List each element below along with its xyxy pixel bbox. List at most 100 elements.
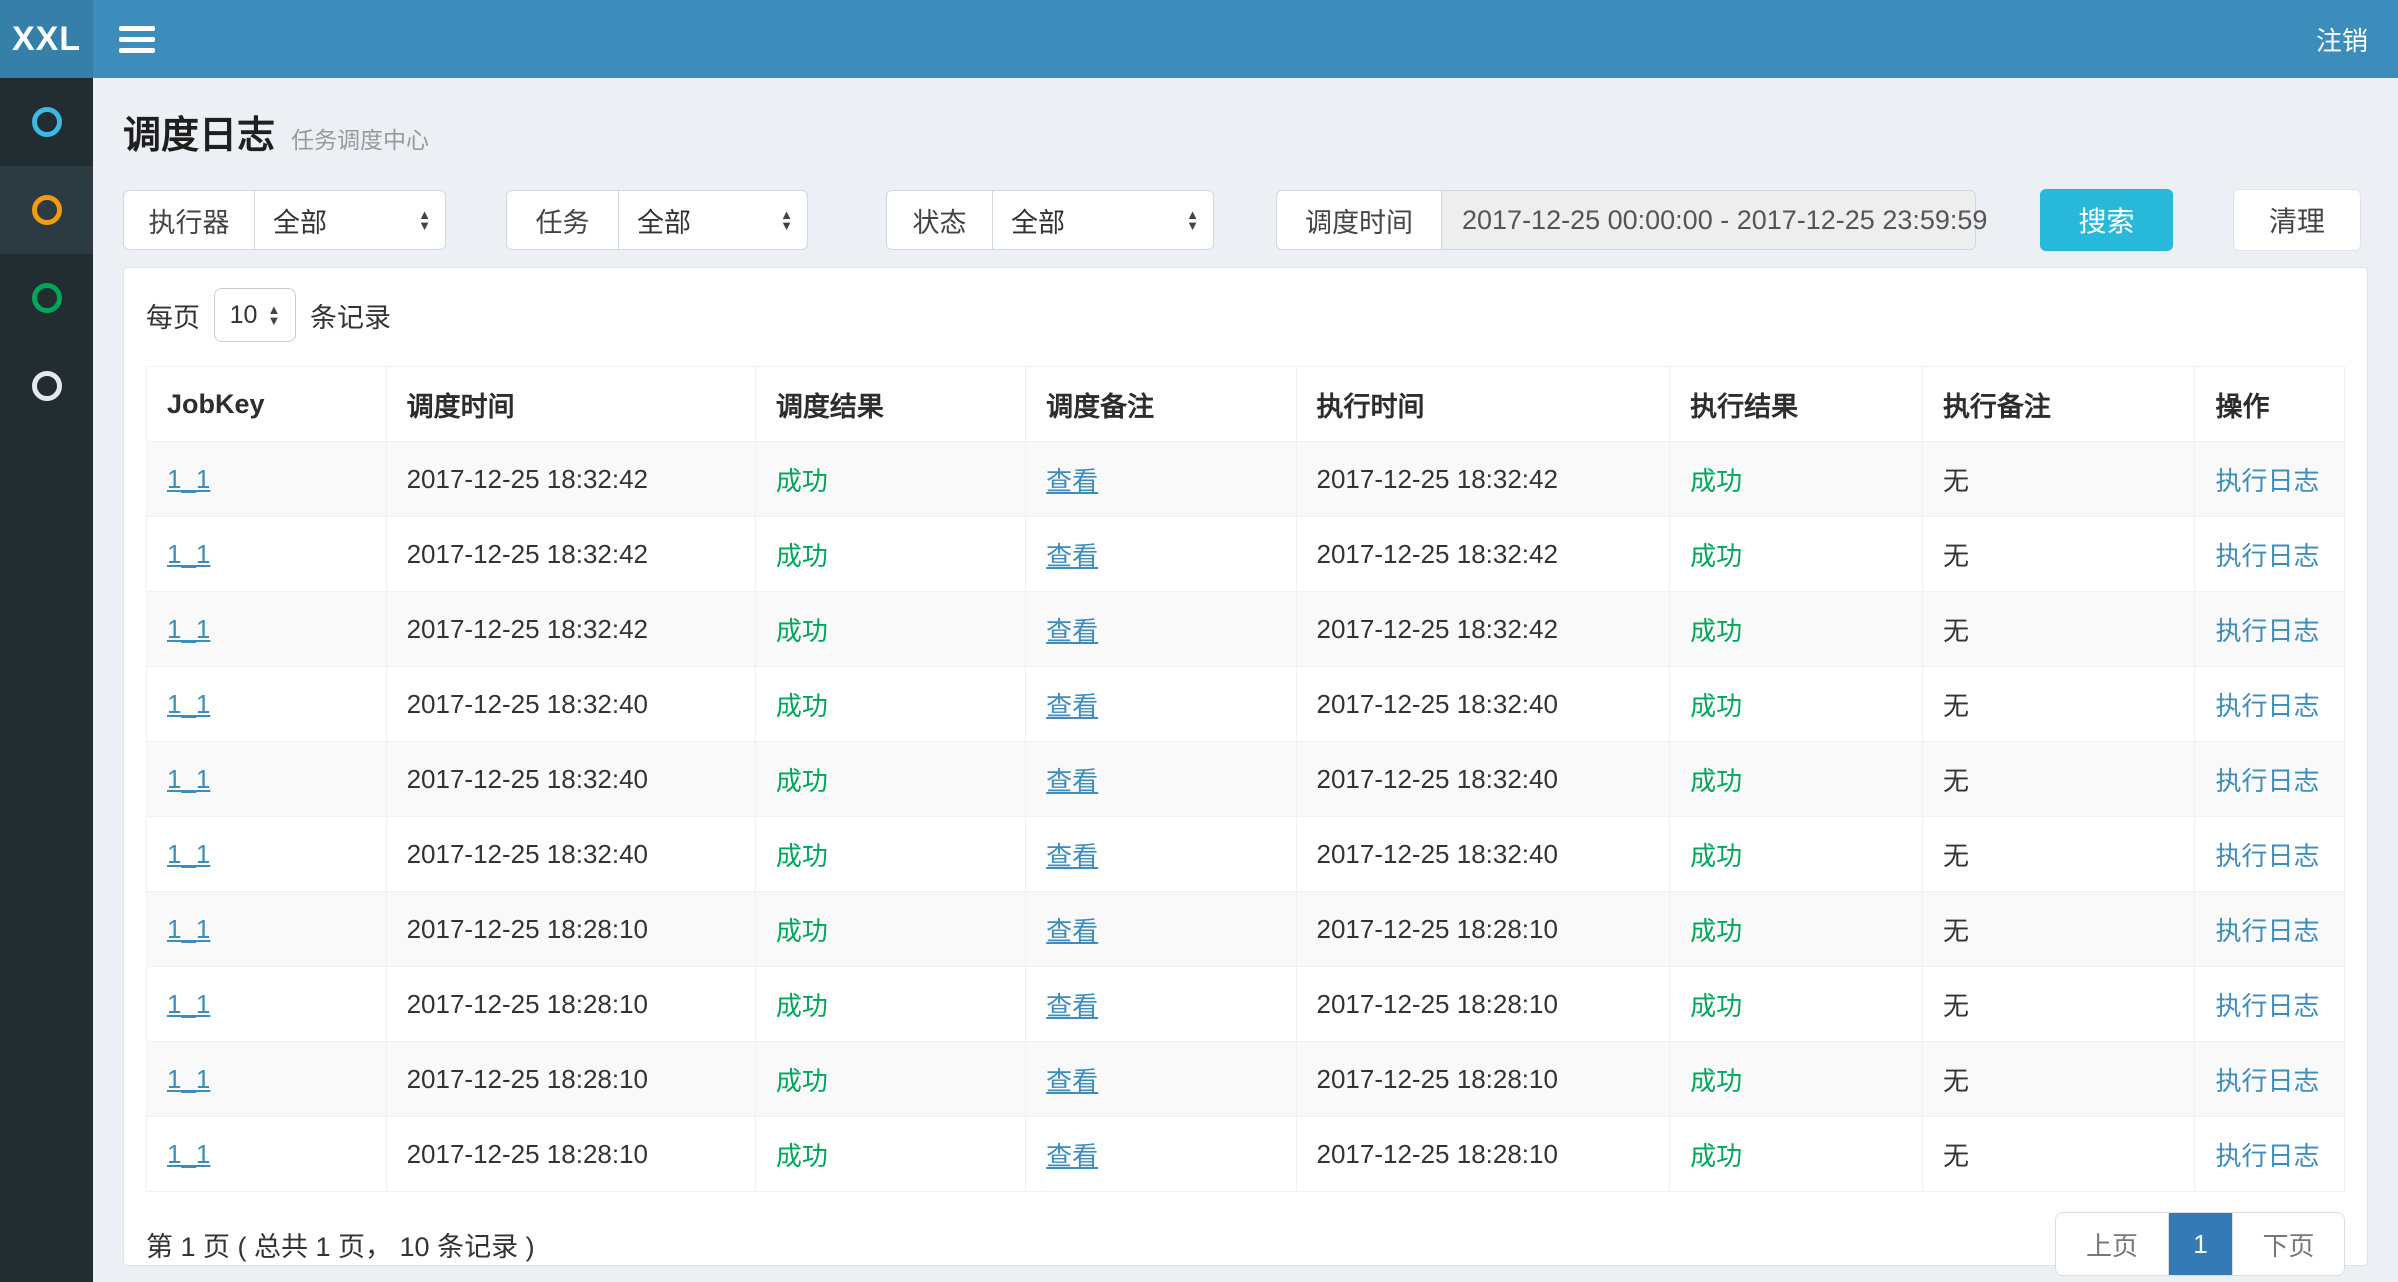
view-trigger-msg-link[interactable]: 查看	[1046, 691, 1098, 721]
log-table-row: 1_1 2017-12-25 18:32:40 成功 查看 2017-12-25…	[147, 667, 2345, 742]
view-trigger-msg-link[interactable]: 查看	[1046, 1141, 1098, 1171]
cell-handle-time: 2017-12-25 18:32:40	[1296, 742, 1670, 817]
cell-trigger-result: 成功	[755, 592, 1025, 667]
log-table-row: 1_1 2017-12-25 18:32:40 成功 查看 2017-12-25…	[147, 742, 2345, 817]
select-arrows-icon: ▲▼	[1186, 209, 1199, 231]
jobkey-link[interactable]: 1_1	[167, 689, 210, 719]
exec-log-link[interactable]: 执行日志	[2215, 991, 2319, 1021]
page-length-select[interactable]: 10 ▲▼	[214, 288, 296, 342]
cell-handle-msg: 无	[1922, 592, 2195, 667]
circle-icon	[32, 371, 62, 401]
cell-action: 执行日志	[2195, 667, 2345, 742]
navbar-content: 注销	[93, 0, 2398, 78]
job-select[interactable]: 全部 ▲▼	[618, 190, 808, 250]
exec-log-link[interactable]: 执行日志	[2215, 466, 2319, 496]
exec-log-link[interactable]: 执行日志	[2215, 766, 2319, 796]
cell-handle-result: 成功	[1670, 442, 1923, 517]
cell-trigger-msg: 查看	[1026, 967, 1296, 1042]
log-table-row: 1_1 2017-12-25 18:28:10 成功 查看 2017-12-25…	[147, 1042, 2345, 1117]
view-trigger-msg-link[interactable]: 查看	[1046, 766, 1098, 796]
status-select[interactable]: 全部 ▲▼	[992, 190, 1214, 250]
main-content: 调度日志 任务调度中心 执行器 全部 ▲▼ 任务 全部 ▲▼ 状态 全部 ▲▼	[93, 78, 2398, 1282]
cell-trigger-time: 2017-12-25 18:28:10	[386, 967, 755, 1042]
view-trigger-msg-link[interactable]: 查看	[1046, 616, 1098, 646]
cell-handle-time: 2017-12-25 18:32:42	[1296, 592, 1670, 667]
executor-filter-label: 执行器	[123, 190, 254, 250]
exec-log-link[interactable]: 执行日志	[2215, 916, 2319, 946]
sidebar-nav-item-3[interactable]	[0, 254, 93, 342]
cell-jobkey: 1_1	[147, 442, 387, 517]
job-filter-group: 任务 全部 ▲▼	[506, 190, 808, 250]
cell-handle-result: 成功	[1670, 667, 1923, 742]
cell-trigger-msg: 查看	[1026, 592, 1296, 667]
exec-log-link[interactable]: 执行日志	[2215, 541, 2319, 571]
log-table-row: 1_1 2017-12-25 18:32:42 成功 查看 2017-12-25…	[147, 442, 2345, 517]
pagination-info: 第 1 页 ( 总共 1 页， 10 条记录 )	[146, 1225, 535, 1264]
cell-jobkey: 1_1	[147, 817, 387, 892]
search-button[interactable]: 搜索	[2040, 189, 2173, 251]
cell-handle-time: 2017-12-25 18:28:10	[1296, 892, 1670, 967]
view-trigger-msg-link[interactable]: 查看	[1046, 991, 1098, 1021]
page-length-value: 10	[230, 301, 258, 330]
cell-trigger-result: 成功	[755, 967, 1025, 1042]
sidebar-nav-item-2[interactable]	[0, 166, 93, 254]
trigger-time-range-input[interactable]: 2017-12-25 00:00:00 - 2017-12-25 23:59:5…	[1441, 190, 1976, 250]
cell-trigger-time: 2017-12-25 18:32:42	[386, 517, 755, 592]
cell-action: 执行日志	[2195, 817, 2345, 892]
exec-log-link[interactable]: 执行日志	[2215, 1141, 2319, 1171]
view-trigger-msg-link[interactable]: 查看	[1046, 541, 1098, 571]
log-table-row: 1_1 2017-12-25 18:28:10 成功 查看 2017-12-25…	[147, 1117, 2345, 1192]
pagination-prev-button[interactable]: 上页	[2056, 1213, 2168, 1275]
exec-log-link[interactable]: 执行日志	[2215, 691, 2319, 721]
jobkey-link[interactable]: 1_1	[167, 839, 210, 869]
executor-select[interactable]: 全部 ▲▼	[254, 190, 446, 250]
jobkey-link[interactable]: 1_1	[167, 539, 210, 569]
jobkey-link[interactable]: 1_1	[167, 914, 210, 944]
jobkey-link[interactable]: 1_1	[167, 989, 210, 1019]
cell-handle-msg: 无	[1922, 667, 2195, 742]
jobkey-link[interactable]: 1_1	[167, 1139, 210, 1169]
cell-handle-time: 2017-12-25 18:28:10	[1296, 967, 1670, 1042]
view-trigger-msg-link[interactable]: 查看	[1046, 1066, 1098, 1096]
executor-select-value: 全部	[273, 201, 327, 240]
sidebar-nav-item-1[interactable]	[0, 78, 93, 166]
cell-jobkey: 1_1	[147, 1042, 387, 1117]
cell-trigger-time: 2017-12-25 18:32:40	[386, 817, 755, 892]
log-table-box: 每页 10 ▲▼ 条记录 JobKey 调度时间 调度结果 调度备注 执行时间 …	[123, 267, 2368, 1266]
pagination-page-1-button[interactable]: 1	[2168, 1213, 2232, 1275]
exec-log-link[interactable]: 执行日志	[2215, 841, 2319, 871]
cell-handle-msg: 无	[1922, 1042, 2195, 1117]
select-arrows-icon: ▲▼	[267, 304, 280, 326]
exec-log-link[interactable]: 执行日志	[2215, 616, 2319, 646]
view-trigger-msg-link[interactable]: 查看	[1046, 841, 1098, 871]
jobkey-link[interactable]: 1_1	[167, 464, 210, 494]
jobkey-link[interactable]: 1_1	[167, 1064, 210, 1094]
jobkey-link[interactable]: 1_1	[167, 764, 210, 794]
sidebar-toggle-button[interactable]	[113, 16, 161, 63]
col-handle-msg: 执行备注	[1922, 367, 2195, 442]
cell-handle-time: 2017-12-25 18:32:40	[1296, 817, 1670, 892]
cell-trigger-result: 成功	[755, 742, 1025, 817]
cell-trigger-time: 2017-12-25 18:28:10	[386, 1042, 755, 1117]
logout-link[interactable]: 注销	[2316, 21, 2368, 58]
jobkey-link[interactable]: 1_1	[167, 614, 210, 644]
clear-button[interactable]: 清理	[2233, 189, 2361, 251]
circle-icon	[32, 107, 62, 137]
cell-trigger-msg: 查看	[1026, 742, 1296, 817]
pagination-next-button[interactable]: 下页	[2232, 1213, 2344, 1275]
log-table-body: 1_1 2017-12-25 18:32:42 成功 查看 2017-12-25…	[147, 442, 2345, 1192]
col-trigger-result: 调度结果	[755, 367, 1025, 442]
cell-handle-time: 2017-12-25 18:32:42	[1296, 442, 1670, 517]
cell-trigger-result: 成功	[755, 1042, 1025, 1117]
cell-trigger-msg: 查看	[1026, 667, 1296, 742]
exec-log-link[interactable]: 执行日志	[2215, 1066, 2319, 1096]
view-trigger-msg-link[interactable]: 查看	[1046, 466, 1098, 496]
cell-trigger-time: 2017-12-25 18:32:40	[386, 742, 755, 817]
cell-trigger-msg: 查看	[1026, 1117, 1296, 1192]
cell-handle-msg: 无	[1922, 742, 2195, 817]
cell-action: 执行日志	[2195, 1117, 2345, 1192]
job-filter-label: 任务	[506, 190, 618, 250]
view-trigger-msg-link[interactable]: 查看	[1046, 916, 1098, 946]
sidebar-nav-item-4[interactable]	[0, 342, 93, 430]
col-handle-result: 执行结果	[1670, 367, 1923, 442]
